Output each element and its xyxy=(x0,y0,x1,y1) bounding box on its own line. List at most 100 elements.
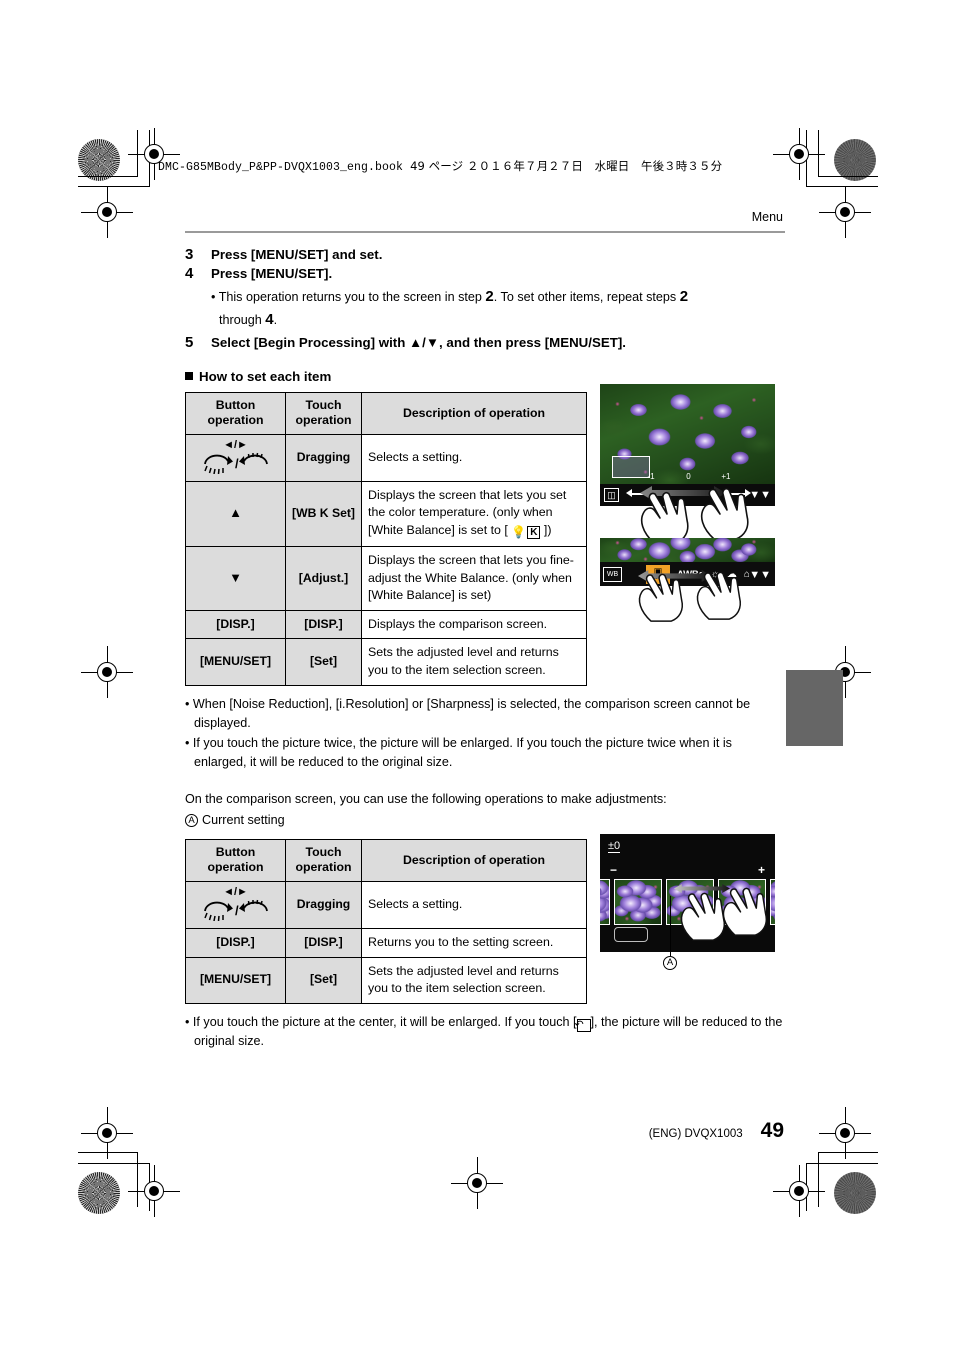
cloud-icon[interactable]: ☁ xyxy=(727,569,737,580)
step-number: 5 xyxy=(185,334,194,352)
how-to-set-each-item-table: Button operation Touch operation Descrip… xyxy=(185,391,587,686)
crop-line xyxy=(78,1152,138,1154)
crop-line xyxy=(818,1152,878,1154)
cell-description: Sets the adjusted level and returns you … xyxy=(361,638,587,686)
front-rear-dial-icons: / xyxy=(192,452,279,476)
cell-touch-dragging: Dragging xyxy=(285,433,362,482)
table-row: [MENU/SET] [Set] Sets the adjusted level… xyxy=(185,956,587,1004)
document-code: (ENG) DVQX1003 xyxy=(648,1128,743,1140)
note-text: When [Noise Reduction], [i.Resolution] o… xyxy=(192,696,751,730)
step-text: Press [MENU/SET] and set. xyxy=(211,246,383,262)
slider-arrow-left-icon xyxy=(626,489,632,497)
table-row: ▼ [Adjust.] Displays the screen that let… xyxy=(185,546,587,611)
description-tail: ]) xyxy=(540,522,552,537)
moire-target-top-left xyxy=(78,139,120,181)
table-row: [DISP.] [DISP.] Returns you to the setti… xyxy=(185,927,587,958)
tick-zero: 0 xyxy=(686,472,691,481)
disp-toggle-icon[interactable]: ▼▼ xyxy=(749,490,771,501)
cell-description: Sets the adjusted level and returns you … xyxy=(361,956,587,1004)
moire-target-bottom-left xyxy=(78,1172,120,1214)
notes-after-table-2: • If you touch the picture at the center… xyxy=(185,1013,785,1051)
dial-operation-icons: ◄/► / xyxy=(192,886,279,923)
book-file-name: DMC-G85MBody_P&PP-DVQX1003_eng.book xyxy=(158,161,404,174)
moire-target-bottom-right xyxy=(834,1172,876,1214)
cell-button-disp: [DISP.] xyxy=(185,609,286,640)
thumbnail[interactable] xyxy=(614,879,662,925)
steps-list: 3 Press [MENU/SET] and set. 4 Press [MEN… xyxy=(185,246,785,353)
registration-mark xyxy=(128,1165,180,1217)
cell-description: Displays the screen that lets you fine-a… xyxy=(361,546,587,611)
step-5: 5 Select [Begin Processing] with ▲/▼, an… xyxy=(185,334,785,353)
col-touch-operation: Touch operation xyxy=(285,839,362,882)
callout-a-badge: A xyxy=(663,956,677,970)
cell-touch-disp: [DISP.] xyxy=(285,609,362,640)
drag-gesture-arrow-icon xyxy=(674,883,730,894)
cell-button-menuset: [MENU/SET] xyxy=(185,956,286,1004)
left-right-arrows-icon: ◄/► xyxy=(223,438,248,451)
slider-tick-labels: -1 0 +1 xyxy=(630,472,747,483)
bullet-square-icon xyxy=(185,371,193,380)
sun-icon[interactable]: ☼ xyxy=(711,569,720,580)
registration-mark xyxy=(81,1107,133,1159)
section-heading: How to set each item xyxy=(185,369,785,384)
tick-plus-1: +1 xyxy=(721,472,731,481)
col-description: Description of operation xyxy=(361,391,587,435)
crop-line xyxy=(818,176,878,178)
crop-line xyxy=(137,130,139,177)
dial-operation-icons: ◄/► / xyxy=(192,438,279,476)
crop-line xyxy=(78,176,138,178)
step-4: 4 Press [MENU/SET]. xyxy=(185,265,785,284)
white-balance-strip-screen: WB ▣ AWB AWBc ☼ ☁ ⌂ ▼▼ xyxy=(600,538,775,586)
wb-icon[interactable]: WB xyxy=(603,566,622,582)
callout-leader-line xyxy=(670,896,672,956)
cell-button-disp: [DISP.] xyxy=(185,927,286,958)
book-file-date: 49 ページ ２０１６年７月２７日 水曜日 午後３時３５分 xyxy=(410,159,723,173)
note-text-a: If you touch the picture at the center, … xyxy=(192,1014,577,1029)
notes-after-table-1: • When [Noise Reduction], [i.Resolution]… xyxy=(185,695,785,773)
registration-mark xyxy=(451,1157,503,1209)
callout-a-badge: A xyxy=(185,814,198,828)
table-row: ◄/► / Dragging Selects a setting. xyxy=(185,433,587,482)
cell-button-dials: ◄/► / xyxy=(185,880,286,929)
book-file-header: DMC-G85MBody_P&PP-DVQX1003_eng.book 49 ペ… xyxy=(158,158,722,174)
current-setting-value: ±0 xyxy=(608,840,621,854)
note-part-2: . To set other items, repeat steps xyxy=(493,290,680,305)
thumbnail-image xyxy=(615,880,661,924)
registration-mark xyxy=(773,1165,825,1217)
thumbnail[interactable] xyxy=(770,879,775,925)
cell-description: Selects a setting. xyxy=(361,433,587,482)
exposure-compensation-icon: ◫ xyxy=(604,488,619,502)
table-row: [DISP.] [DISP.] Displays the comparison … xyxy=(185,609,587,640)
dial-rotation-icon: / xyxy=(203,899,268,921)
cell-touch-set: [Set] xyxy=(285,956,362,1004)
comparison-screen-operations-table: Button operation Touch operation Descrip… xyxy=(185,839,587,1004)
crop-line xyxy=(806,1163,878,1165)
running-head: Menu xyxy=(751,210,783,224)
crop-line xyxy=(78,186,150,188)
note-text: If you touch the picture twice, the pict… xyxy=(192,736,732,770)
registration-mark xyxy=(773,128,825,180)
minus-indicator: − xyxy=(610,863,618,877)
page-number: 49 xyxy=(760,1119,784,1142)
cell-description: Displays the comparison screen. xyxy=(361,609,587,640)
col-touch-operation: Touch operation xyxy=(285,391,362,435)
rounded-rect-button[interactable] xyxy=(614,927,648,942)
step-ref: 2 xyxy=(679,288,689,306)
wb-kelvin-icon: 💡 K xyxy=(511,524,541,541)
callout-a-text: Current setting xyxy=(202,813,285,828)
crop-line xyxy=(78,1163,150,1165)
crop-line xyxy=(818,1152,820,1207)
registration-mark xyxy=(81,646,133,698)
exposure-adjust-screen: ◫ -1 0 +1 ▼▼ xyxy=(600,384,775,506)
registration-mark xyxy=(819,186,871,238)
svg-text:/: / xyxy=(235,903,239,918)
preview-image xyxy=(600,538,775,562)
table-header-row: Button operation Touch operation Descrip… xyxy=(185,839,587,882)
crop-line xyxy=(806,1163,808,1211)
front-rear-dial-icons: / xyxy=(192,899,279,923)
comparison-intro: On the comparison screen, you can use th… xyxy=(185,790,785,830)
disp-toggle-icon[interactable]: ▼▼ xyxy=(749,570,771,581)
return-arrow-icon: ↶ xyxy=(574,1018,591,1032)
moire-target-top-right xyxy=(834,139,876,181)
thumbnail[interactable] xyxy=(600,879,610,925)
